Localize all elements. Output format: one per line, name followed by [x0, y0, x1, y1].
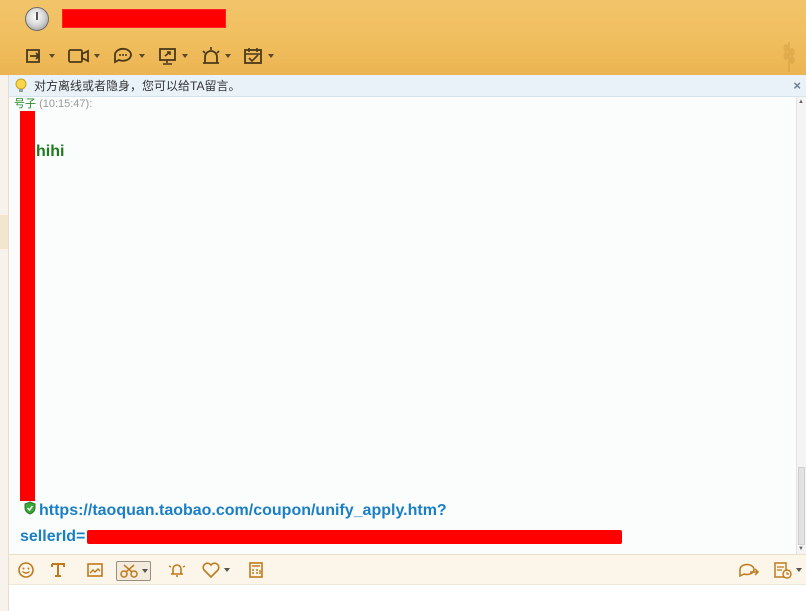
file-transfer-icon — [26, 49, 41, 63]
font-icon — [51, 563, 65, 577]
chevron-down-icon[interactable] — [268, 54, 274, 58]
chat-message: hihi — [36, 143, 65, 160]
security-shield-icon — [24, 501, 36, 515]
scrollbar-thumb[interactable] — [798, 467, 805, 545]
emoji-button[interactable] — [17, 561, 35, 579]
send-file-button[interactable] — [24, 43, 55, 69]
calendar-button[interactable] — [243, 43, 274, 69]
chevron-down-icon[interactable] — [139, 54, 145, 58]
chevron-down-icon[interactable] — [142, 569, 148, 573]
link-seller-id-label[interactable]: sellerId= — [20, 528, 85, 545]
scroll-down-icon[interactable]: ▼ — [798, 546, 804, 552]
bell-icon — [168, 564, 186, 577]
message-sender: 号子 (10:15:47): — [14, 97, 92, 111]
seller-id-redaction — [87, 529, 623, 544]
chevron-down-icon[interactable] — [49, 54, 55, 58]
contact-name-redaction — [62, 9, 226, 28]
calculator-button[interactable] — [247, 561, 265, 579]
history-button[interactable] — [773, 561, 802, 579]
chevron-down-icon[interactable] — [182, 54, 188, 58]
chat-button[interactable] — [112, 43, 145, 69]
calculator-icon — [249, 562, 263, 578]
emoji-icon — [18, 562, 34, 578]
share-icon — [739, 563, 760, 578]
scissors-icon — [120, 564, 138, 578]
chevron-down-icon[interactable] — [94, 54, 100, 58]
image-icon — [87, 563, 103, 577]
contact-avatar[interactable] — [25, 7, 49, 31]
shake-button[interactable] — [167, 561, 187, 579]
share-button[interactable] — [738, 561, 760, 579]
font-button[interactable] — [49, 561, 67, 579]
input-toolbar — [9, 554, 806, 585]
chat-bubble-icon — [114, 47, 132, 64]
left-side-strip — [0, 75, 9, 611]
toolbar — [24, 43, 286, 69]
heart-icon — [202, 562, 220, 579]
redaction-bar — [20, 111, 35, 501]
alarm-light-icon — [202, 47, 220, 64]
coupon-link[interactable]: https://taoquan.taobao.com/coupon/unify_… — [39, 502, 447, 520]
sender-name: 号子 — [14, 98, 36, 110]
chevron-down-icon[interactable] — [225, 54, 231, 58]
wheat-decoration-icon — [783, 42, 795, 72]
image-button[interactable] — [86, 561, 104, 579]
close-icon[interactable]: × — [793, 78, 801, 93]
calendar-icon — [244, 48, 262, 64]
screen-share-button[interactable] — [157, 43, 188, 69]
history-icon — [774, 562, 792, 579]
favorite-button[interactable] — [201, 561, 230, 579]
alarm-button[interactable] — [200, 43, 231, 69]
side-tab-marker[interactable] — [0, 215, 8, 249]
message-input[interactable] — [9, 585, 806, 611]
offline-notice-bar: 对方离线或者隐身，您可以给TA留言。 × — [9, 75, 806, 97]
chat-scrollbar[interactable]: ▲ ▼ — [796, 97, 806, 554]
notice-text: 对方离线或者隐身，您可以给TA留言。 — [34, 79, 241, 93]
chat-history[interactable]: 号子 (10:15:47): hihi https://taoquan.taob… — [10, 97, 796, 554]
lightbulb-icon — [15, 78, 27, 92]
scroll-up-icon[interactable]: ▲ — [798, 99, 804, 105]
coupon-link-continued[interactable]: sellerId= — [20, 528, 623, 546]
chevron-down-icon[interactable] — [796, 568, 802, 572]
screenshot-button[interactable] — [116, 561, 151, 581]
video-camera-icon — [68, 49, 89, 63]
screen-share-icon — [159, 48, 176, 65]
message-time: (10:15:47): — [39, 98, 93, 110]
chevron-down-icon[interactable] — [224, 568, 230, 572]
video-call-button[interactable] — [67, 43, 100, 69]
window-header — [0, 0, 806, 75]
